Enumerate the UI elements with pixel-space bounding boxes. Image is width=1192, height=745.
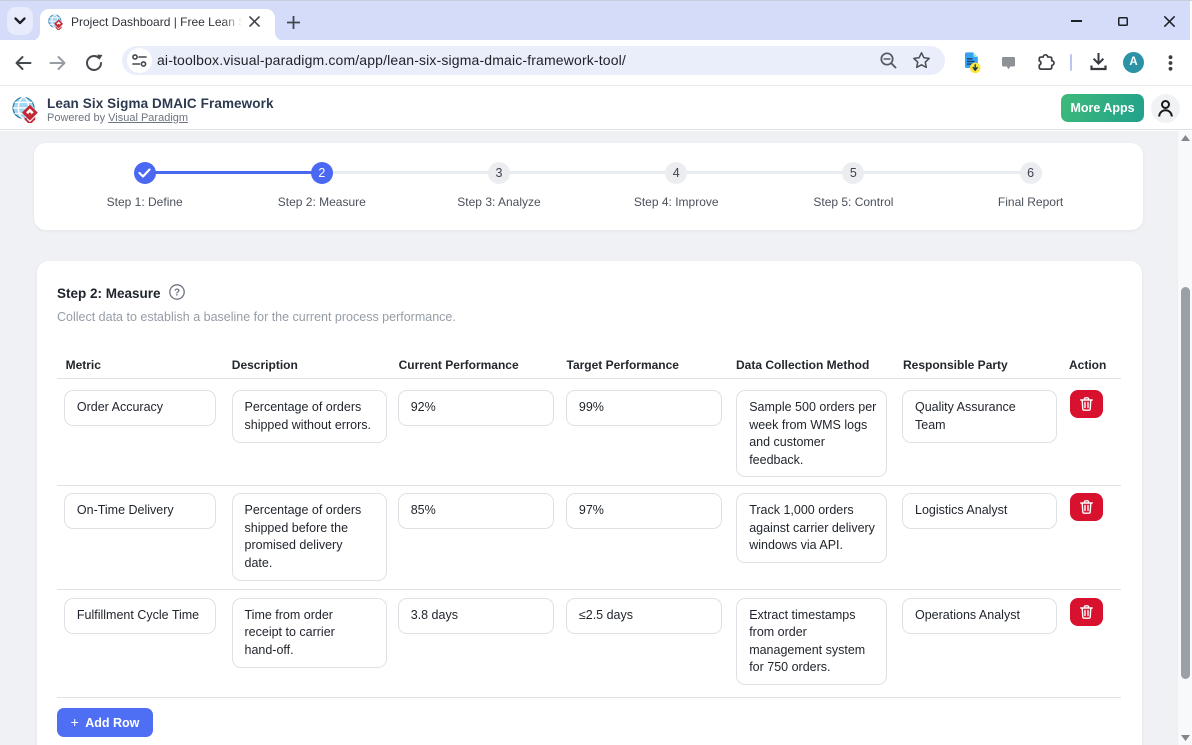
- svg-text:?: ?: [174, 287, 180, 298]
